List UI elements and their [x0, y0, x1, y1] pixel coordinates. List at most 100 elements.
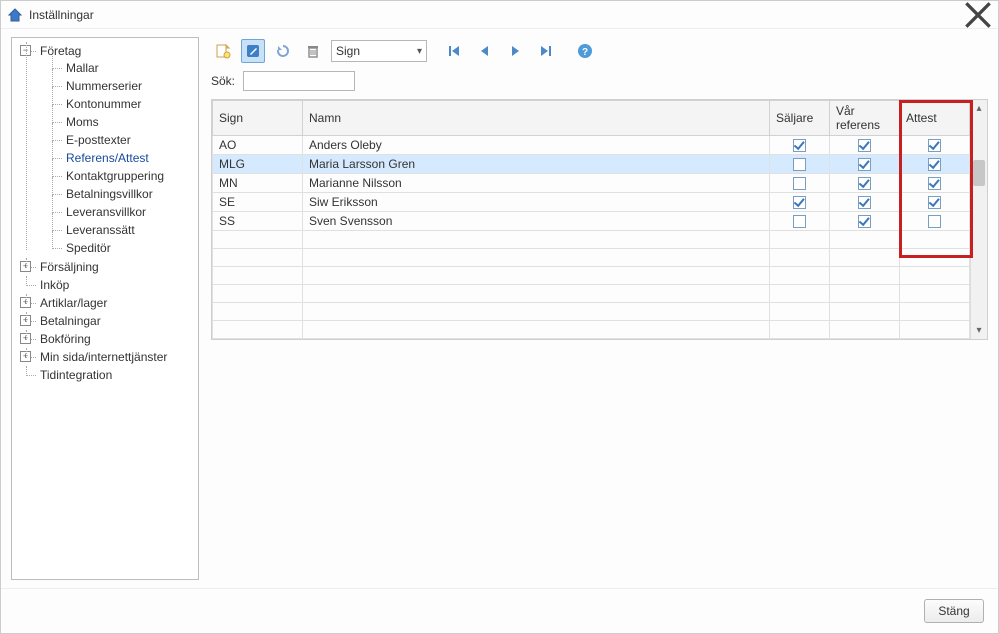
- tree-node[interactable]: Min sida/internettjänster: [40, 350, 167, 364]
- new-record-button[interactable]: [211, 39, 235, 63]
- tree-node[interactable]: E-posttexter: [66, 133, 131, 147]
- checkbox-cell[interactable]: [836, 215, 893, 228]
- cell-namn: Maria Larsson Gren: [303, 155, 770, 174]
- tree-node[interactable]: Tidintegration: [40, 368, 112, 382]
- dropdown-arrow-icon: ▾: [417, 46, 422, 57]
- col-varreferens[interactable]: Vår referens: [830, 101, 900, 136]
- tree-node[interactable]: Inköp: [40, 278, 69, 292]
- scroll-thumb[interactable]: [973, 160, 985, 186]
- scroll-up-icon[interactable]: ▴: [971, 100, 987, 117]
- window-body: −Företag Mallar Nummerserier Kontonummer Mom…: [1, 29, 998, 588]
- col-saljare[interactable]: Säljare: [770, 101, 830, 136]
- app-icon: [7, 7, 23, 23]
- cell-sign: MN: [213, 174, 303, 193]
- first-record-button[interactable]: [443, 39, 467, 63]
- table-row-empty: [213, 285, 970, 303]
- checkbox-cell[interactable]: [836, 177, 893, 190]
- prev-record-button[interactable]: [473, 39, 497, 63]
- tree-node[interactable]: Moms: [66, 115, 99, 129]
- sort-select[interactable]: Sign ▾: [331, 40, 427, 62]
- checkbox-cell[interactable]: [906, 139, 963, 152]
- checkbox-cell[interactable]: [906, 215, 963, 228]
- tree-node[interactable]: Nummerserier: [66, 79, 142, 93]
- main-panel: Sign ▾ ?: [211, 37, 988, 580]
- help-button[interactable]: ?: [573, 39, 597, 63]
- tree-toggle[interactable]: +: [20, 297, 31, 308]
- tree-node[interactable]: Referens/Attest: [66, 151, 149, 165]
- cell-namn: Sven Svensson: [303, 212, 770, 231]
- checkbox-cell[interactable]: [776, 139, 823, 152]
- table-row[interactable]: MLGMaria Larsson Gren: [213, 155, 970, 174]
- tree-node[interactable]: Speditör: [66, 241, 111, 255]
- cell-namn: Siw Eriksson: [303, 193, 770, 212]
- tree-node[interactable]: Betalningar: [40, 314, 101, 328]
- tree-node[interactable]: Bokföring: [40, 332, 91, 346]
- table-row-empty: [213, 231, 970, 249]
- tree-toggle[interactable]: +: [20, 261, 31, 272]
- tree-node-foretag[interactable]: Företag: [40, 44, 81, 58]
- settings-window: Inställningar −Företag Mallar Nummerserier…: [0, 0, 999, 634]
- cell-namn: Anders Oleby: [303, 136, 770, 155]
- dialog-footer: Stäng: [1, 588, 998, 633]
- table-row[interactable]: MNMarianne Nilsson: [213, 174, 970, 193]
- table-row[interactable]: SESiw Eriksson: [213, 193, 970, 212]
- tree-node[interactable]: Artiklar/lager: [40, 296, 107, 310]
- tree-node[interactable]: Betalningsvillkor: [66, 187, 153, 201]
- tree-node[interactable]: Försäljning: [40, 260, 99, 274]
- checkbox-cell[interactable]: [836, 139, 893, 152]
- cell-sign: AO: [213, 136, 303, 155]
- sort-select-value: Sign: [336, 44, 360, 58]
- checkbox-cell[interactable]: [906, 196, 963, 209]
- cell-sign: SS: [213, 212, 303, 231]
- edit-record-button[interactable]: [241, 39, 265, 63]
- next-record-button[interactable]: [503, 39, 527, 63]
- cell-sign: MLG: [213, 155, 303, 174]
- window-title: Inställningar: [29, 8, 964, 22]
- table-row[interactable]: AOAnders Oleby: [213, 136, 970, 155]
- table-row-empty: [213, 267, 970, 285]
- table-row-empty: [213, 321, 970, 339]
- search-label: Sök:: [211, 74, 235, 88]
- scroll-down-icon[interactable]: ▾: [971, 322, 987, 339]
- table-row[interactable]: SSSven Svensson: [213, 212, 970, 231]
- svg-text:?: ?: [582, 47, 588, 58]
- checkbox-cell[interactable]: [836, 158, 893, 171]
- tree-toggle[interactable]: +: [20, 351, 31, 362]
- table-row-empty: [213, 303, 970, 321]
- cell-sign: SE: [213, 193, 303, 212]
- grid-container: Sign Namn Säljare Vår referens Attest AO…: [211, 99, 988, 340]
- checkbox-cell[interactable]: [776, 196, 823, 209]
- checkbox-cell[interactable]: [836, 196, 893, 209]
- tree-node[interactable]: Kontaktgruppering: [66, 169, 164, 183]
- tree-node[interactable]: Mallar: [66, 61, 99, 75]
- toolbar: Sign ▾ ?: [211, 37, 988, 71]
- delete-button[interactable]: [301, 39, 325, 63]
- tree-node[interactable]: Leveransvillkor: [66, 205, 146, 219]
- tree-node[interactable]: Kontonummer: [66, 97, 141, 111]
- col-namn[interactable]: Namn: [303, 101, 770, 136]
- checkbox-cell[interactable]: [906, 158, 963, 171]
- tree-node[interactable]: Leveranssätt: [66, 223, 135, 237]
- col-attest[interactable]: Attest: [900, 101, 970, 136]
- close-button-label: Stäng: [938, 604, 969, 618]
- window-close-button[interactable]: [964, 5, 992, 25]
- tree-toggle[interactable]: +: [20, 333, 31, 344]
- checkbox-cell[interactable]: [776, 177, 823, 190]
- tree-toggle[interactable]: +: [20, 315, 31, 326]
- last-record-button[interactable]: [533, 39, 557, 63]
- settings-tree: −Företag Mallar Nummerserier Kontonummer Mom…: [11, 37, 199, 580]
- titlebar: Inställningar: [1, 1, 998, 29]
- checkbox-cell[interactable]: [776, 215, 823, 228]
- vertical-scrollbar[interactable]: ▴ ▾: [970, 100, 987, 339]
- tree-toggle[interactable]: −: [20, 45, 31, 56]
- reference-table: Sign Namn Säljare Vår referens Attest AO…: [212, 100, 970, 339]
- cell-namn: Marianne Nilsson: [303, 174, 770, 193]
- search-row: Sök:: [211, 71, 988, 99]
- close-button[interactable]: Stäng: [924, 599, 984, 623]
- table-row-empty: [213, 249, 970, 267]
- search-input[interactable]: [243, 71, 355, 91]
- refresh-button[interactable]: [271, 39, 295, 63]
- checkbox-cell[interactable]: [776, 158, 823, 171]
- col-sign[interactable]: Sign: [213, 101, 303, 136]
- checkbox-cell[interactable]: [906, 177, 963, 190]
